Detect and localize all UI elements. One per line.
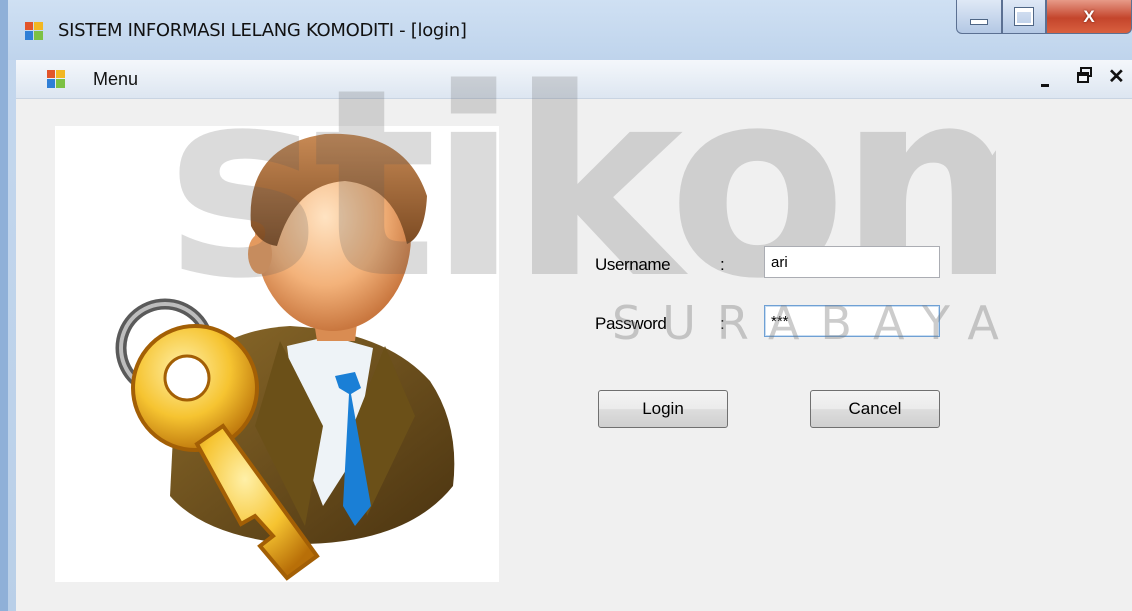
- user-with-key-icon: [115, 133, 455, 581]
- restore-icon: [1077, 67, 1092, 83]
- close-icon: ✕: [1108, 66, 1125, 88]
- username-colon: :: [720, 255, 725, 274]
- window-maximize-button[interactable]: [1002, 0, 1046, 34]
- menu-item-menu[interactable]: Menu: [93, 69, 138, 90]
- username-input[interactable]: [764, 246, 940, 278]
- window-close-button[interactable]: X: [1046, 0, 1132, 34]
- windows-form-icon: [25, 22, 43, 40]
- minimize-icon: [1041, 84, 1049, 87]
- login-button[interactable]: Login: [598, 390, 728, 428]
- mdi-child-form-icon[interactable]: [47, 70, 65, 88]
- mdi-minimize-button[interactable]: [1041, 64, 1049, 87]
- mdi-close-button[interactable]: ✕: [1108, 64, 1125, 89]
- password-label: Password: [595, 314, 667, 333]
- password-input[interactable]: [764, 305, 940, 337]
- password-colon: :: [720, 314, 725, 333]
- app-window: SISTEM INFORMASI LELANG KOMODITI - [logi…: [0, 0, 1132, 611]
- window-title: SISTEM INFORMASI LELANG KOMODITI - [logi…: [58, 20, 467, 41]
- maximize-icon: [1014, 7, 1034, 26]
- close-icon: X: [1083, 6, 1095, 26]
- cancel-button[interactable]: Cancel: [810, 390, 940, 428]
- menu-bar: Menu ✕: [16, 60, 1132, 99]
- title-bar[interactable]: SISTEM INFORMASI LELANG KOMODITI - [logi…: [8, 0, 1132, 60]
- window-minimize-button[interactable]: [956, 0, 1002, 34]
- minimize-icon: [970, 18, 988, 25]
- login-form: stikom SURABAYA Username : Password : Lo…: [16, 74, 1132, 611]
- username-label: Username: [595, 255, 671, 274]
- login-picture-box: [55, 126, 499, 582]
- mdi-restore-button[interactable]: [1076, 66, 1094, 89]
